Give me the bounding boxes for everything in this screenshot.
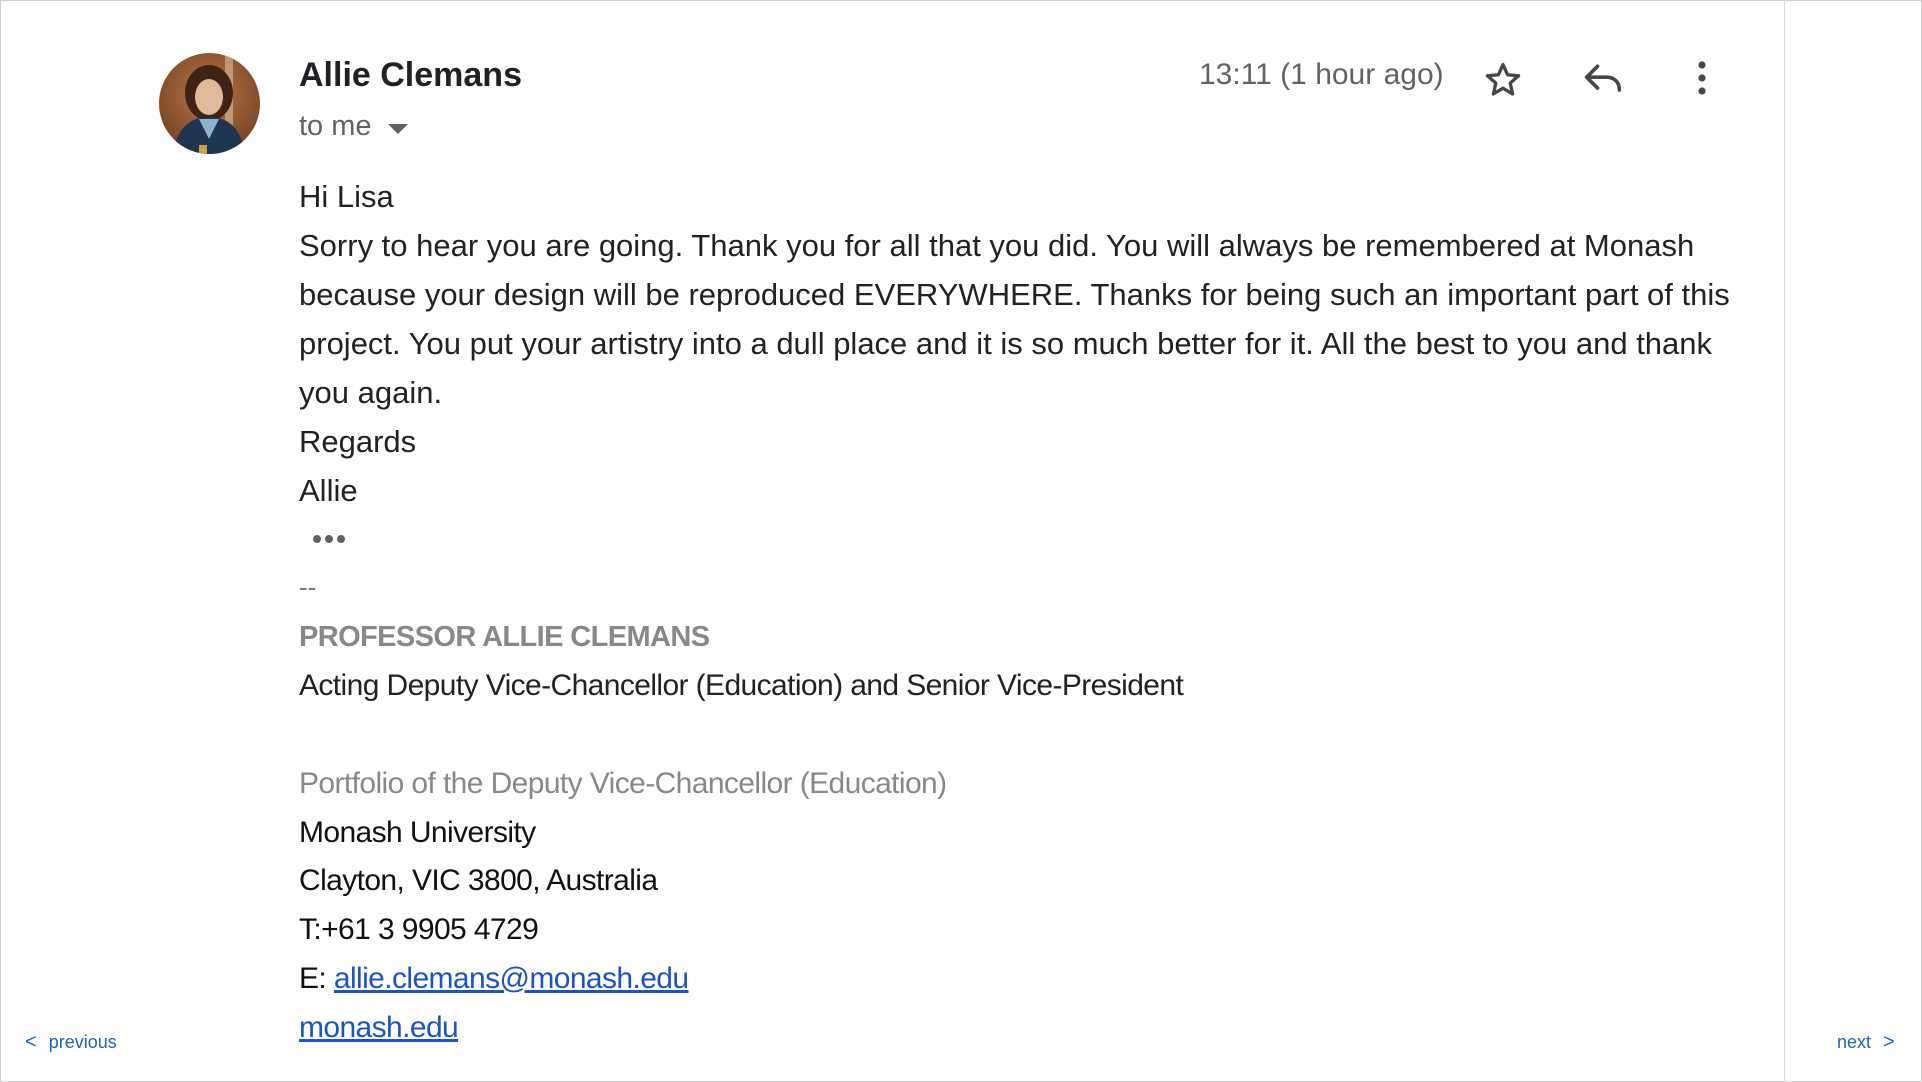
next-label: next (1837, 1032, 1872, 1052)
star-icon (1485, 62, 1521, 96)
next-message-link[interactable]: next > (1837, 1031, 1895, 1054)
email-viewer (0, 0, 1922, 1082)
recipient-details-toggle[interactable]: to me (299, 110, 408, 143)
signature-address: Clayton, VIC 3800, Australia (299, 864, 658, 897)
previous-message-link[interactable]: < previous (25, 1031, 117, 1054)
show-trimmed-content-button[interactable] (300, 524, 358, 554)
chevron-down-icon[interactable] (387, 123, 408, 134)
signature-title: Acting Deputy Vice-Chancellor (Education… (299, 669, 1184, 702)
previous-label: previous (48, 1032, 117, 1052)
message-signoff: Allie (299, 473, 358, 508)
sender-name[interactable]: Allie Clemans (299, 56, 522, 95)
chevron-right-icon: > (1883, 1031, 1895, 1053)
message-greeting: Hi Lisa (299, 179, 394, 214)
signature-email-line: E: allie.clemans@monash.edu (299, 962, 689, 996)
signature-portfolio: Portfolio of the Deputy Vice-Chancellor … (299, 767, 947, 800)
avatar[interactable] (159, 53, 260, 154)
chevron-left-icon: < (25, 1031, 37, 1053)
reply-button[interactable] (1578, 54, 1628, 104)
signature-separator: -- (299, 572, 317, 602)
message-body: Hi Lisa Sorry to hear you are going. Tha… (299, 172, 1739, 515)
ellipsis-icon (313, 535, 321, 543)
star-button[interactable] (1478, 55, 1528, 105)
message-timestamp: 13:11 (1 hour ago) (1199, 58, 1444, 91)
signature-email-prefix: E: (299, 962, 334, 995)
signature-phone: T:+61 3 9905 4729 (299, 913, 539, 946)
signature-email-link[interactable]: allie.clemans@monash.edu (334, 962, 689, 995)
more-vertical-icon (1698, 61, 1706, 95)
more-options-button[interactable] (1677, 53, 1727, 103)
right-panel-divider (1784, 0, 1785, 1082)
message-closing: Regards (299, 424, 417, 459)
signature-website-link[interactable]: monash.edu (299, 1011, 459, 1044)
signature-website-line: monash.edu (299, 1011, 459, 1045)
signature-name: PROFESSOR ALLIE CLEMANS (299, 621, 710, 653)
signature-university: Monash University (299, 816, 536, 849)
message-paragraph: Sorry to hear you are going. Thank you f… (299, 228, 1730, 410)
reply-icon (1584, 64, 1622, 92)
recipient-label: to me (299, 110, 372, 142)
